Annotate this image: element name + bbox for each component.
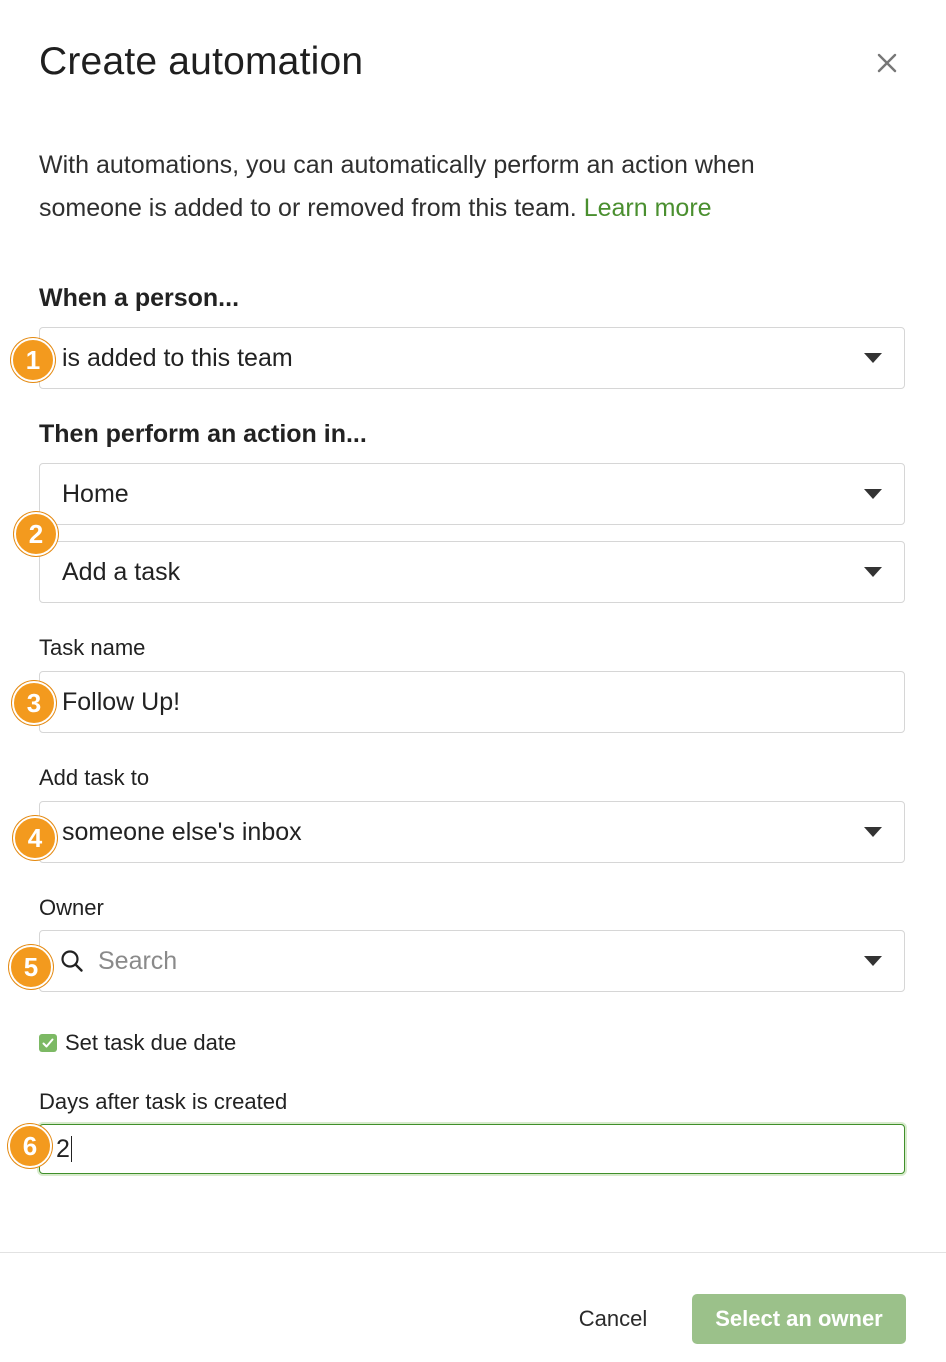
select-owner-button[interactable]: Select an owner	[692, 1294, 906, 1344]
cancel-button[interactable]: Cancel	[560, 1294, 666, 1344]
learn-more-link[interactable]: Learn more	[584, 194, 712, 222]
due-date-checkbox-label: Set task due date	[65, 1030, 237, 1055]
due-date-checkbox[interactable]	[39, 1034, 57, 1052]
action-label: Then perform an action in...	[39, 420, 367, 448]
add-task-to-select[interactable]: someone else's inbox	[39, 801, 905, 863]
text-cursor	[70, 1136, 72, 1162]
task-name-input[interactable]: Follow Up!	[39, 671, 905, 733]
add-task-to-label: Add task to	[39, 765, 150, 790]
dialog-title: Create automation	[39, 40, 364, 83]
step-badge-1: 1	[11, 338, 55, 382]
owner-search-select[interactable]: Search	[39, 930, 905, 992]
caret-down-icon	[864, 353, 882, 363]
close-icon	[877, 53, 897, 73]
trigger-label: When a person...	[39, 284, 240, 312]
owner-label: Owner	[39, 895, 104, 920]
caret-down-icon	[864, 827, 882, 837]
intro-text: With automations, you can automatically …	[39, 144, 839, 230]
checkmark-icon	[42, 1038, 54, 1048]
action-app-select[interactable]: Home	[39, 463, 905, 525]
search-icon	[61, 950, 83, 972]
step-badge-5: 5	[9, 945, 53, 989]
days-after-input[interactable]: 2	[39, 1124, 905, 1174]
step-badge-3: 3	[12, 681, 56, 725]
days-after-label: Days after task is created	[39, 1089, 288, 1114]
owner-search-placeholder: Search	[98, 946, 178, 975]
caret-down-icon	[864, 489, 882, 499]
step-badge-6: 6	[8, 1124, 52, 1168]
add-task-to-value: someone else's inbox	[62, 817, 302, 846]
close-button[interactable]	[870, 46, 904, 80]
action-type-select[interactable]: Add a task	[39, 541, 905, 603]
trigger-select-value: is added to this team	[62, 343, 293, 372]
task-name-value: Follow Up!	[62, 687, 181, 716]
task-name-label: Task name	[39, 635, 146, 660]
step-badge-4: 4	[13, 816, 57, 860]
action-app-value: Home	[62, 479, 129, 508]
trigger-select[interactable]: is added to this team	[39, 327, 905, 389]
step-badge-2: 2	[14, 512, 58, 556]
action-type-value: Add a task	[62, 557, 181, 586]
days-after-value: 2	[56, 1134, 70, 1163]
footer-divider	[0, 1252, 946, 1253]
due-date-checkbox-row[interactable]: Set task due date	[39, 1030, 236, 1056]
caret-down-icon	[864, 567, 882, 577]
caret-down-icon	[864, 956, 882, 966]
